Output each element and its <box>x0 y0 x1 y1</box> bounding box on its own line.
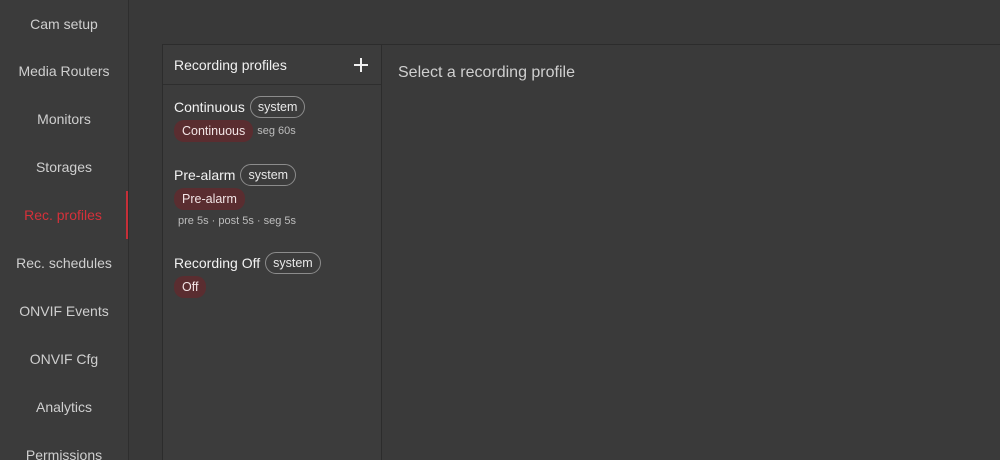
sidebar-item-analytics[interactable]: Analytics <box>0 383 128 431</box>
sidebar-item-rec-schedules[interactable]: Rec. schedules <box>0 239 128 287</box>
profile-detail-area: Select a recording profile <box>382 45 1000 460</box>
system-badge: system <box>240 164 297 186</box>
profiles-header: Recording profiles <box>163 45 381 85</box>
main-content: Recording profiles Continuous system Con… <box>129 0 1000 460</box>
recording-profiles-panel: Recording profiles Continuous system Con… <box>162 44 1000 460</box>
profile-detail-row: Continuous seg 60s <box>174 120 373 142</box>
empty-state-message: Select a recording profile <box>398 64 575 81</box>
profile-detail-row: Off <box>174 276 373 298</box>
sidebar: Cam setup Media Routers Monitors Storage… <box>0 0 129 460</box>
sidebar-item-onvif-cfg[interactable]: ONVIF Cfg <box>0 335 128 383</box>
system-badge: system <box>265 252 321 274</box>
profile-item-recording-off[interactable]: Recording Off system Off <box>174 251 373 298</box>
system-badge: system <box>249 96 306 118</box>
app-root: Cam setup Media Routers Monitors Storage… <box>0 0 1000 460</box>
profiles-title: Recording profiles <box>174 56 287 73</box>
profile-title-row: Pre-alarm system <box>174 163 373 187</box>
sidebar-item-rec-profiles[interactable]: Rec. profiles <box>0 191 128 239</box>
sidebar-item-storages[interactable]: Storages <box>0 143 128 191</box>
plus-icon[interactable] <box>352 56 370 74</box>
sidebar-item-monitors[interactable]: Monitors <box>0 95 128 143</box>
profile-name: Pre-alarm <box>174 167 236 183</box>
profile-meta: seg 60s <box>257 125 296 137</box>
sidebar-item-permissions[interactable]: Permissions <box>0 431 128 460</box>
profiles-list-panel: Recording profiles Continuous system Con… <box>163 45 382 460</box>
profile-item-pre-alarm[interactable]: Pre-alarm system Pre-alarm pre 5s · post… <box>174 163 373 227</box>
mode-tag: Pre-alarm <box>174 188 245 210</box>
mode-tag: Continuous <box>174 120 254 142</box>
profile-title-row: Continuous system <box>174 95 373 119</box>
profile-meta: pre 5s · post 5s · seg 5s <box>178 215 296 227</box>
mode-tag: Off <box>174 276 207 298</box>
profile-title-row: Recording Off system <box>174 251 373 275</box>
sidebar-item-cam-setup[interactable]: Cam setup <box>0 0 128 48</box>
sidebar-item-media-routers[interactable]: Media Routers <box>0 47 128 95</box>
profile-name: Recording Off <box>174 255 261 271</box>
profile-item-continuous[interactable]: Continuous system Continuous seg 60s <box>174 95 373 142</box>
profile-detail-row: Pre-alarm <box>174 188 373 210</box>
sidebar-item-onvif-events[interactable]: ONVIF Events <box>0 287 128 335</box>
profile-name: Continuous <box>174 99 245 115</box>
